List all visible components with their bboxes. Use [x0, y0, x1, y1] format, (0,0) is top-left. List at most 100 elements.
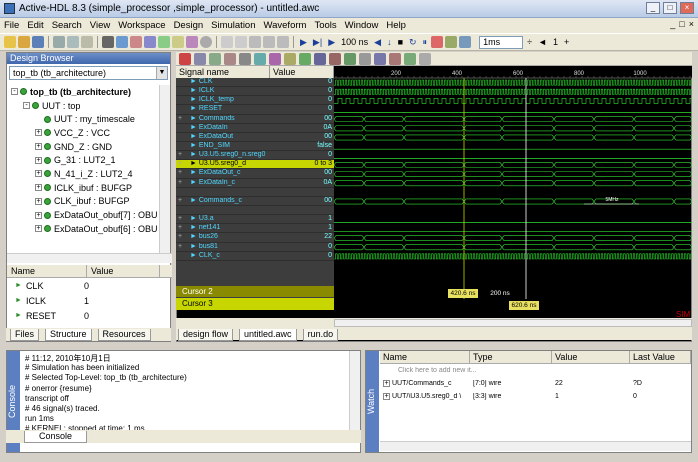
table-row[interactable]: ► CLK 0	[7, 278, 172, 293]
wave-icon[interactable]	[445, 36, 458, 48]
signal-row[interactable]: + ► bus26 22	[176, 233, 334, 243]
expand-icon[interactable]: +	[178, 224, 182, 231]
menu-help[interactable]: Help	[382, 20, 410, 31]
signal-row[interactable]	[176, 188, 334, 197]
measure-icon[interactable]	[404, 52, 416, 65]
sim-step-field[interactable]: 100 ns	[339, 37, 370, 47]
doc-restore-button[interactable]: □	[679, 19, 684, 29]
menu-search[interactable]: Search	[48, 20, 86, 31]
paste-icon[interactable]	[81, 36, 93, 48]
watch-scrollbar[interactable]	[380, 441, 691, 451]
menu-view[interactable]: View	[86, 20, 114, 31]
wave-sim-tab[interactable]: SIM	[676, 310, 690, 319]
signal-row[interactable]: ► ICLK_temp 0	[176, 96, 334, 106]
waveform-canvas[interactable]: 200 400 600 800 10005MHz	[334, 66, 692, 299]
table-row[interactable]: ► ICLK 1	[7, 293, 172, 308]
counter-field[interactable]: 1	[551, 37, 560, 47]
tree-item[interactable]: UUT : my_timescale	[7, 112, 159, 126]
break-icon[interactable]: ⏸	[421, 37, 430, 48]
list-icon[interactable]	[459, 36, 472, 48]
top-level-selector[interactable]: top_tb (tb_architecture) ▼	[9, 66, 168, 80]
table-row[interactable]: ► RESET 0	[7, 308, 172, 323]
time-spin-icon[interactable]: ÷	[525, 37, 534, 47]
expand-icon[interactable]: +	[383, 393, 390, 400]
edge-next-icon[interactable]	[299, 52, 311, 65]
zoom-fit-icon[interactable]	[239, 52, 251, 65]
expand-icon[interactable]: +	[178, 160, 182, 167]
save-icon[interactable]	[32, 36, 44, 48]
menu-waveform[interactable]: Waveform	[260, 20, 311, 31]
cursor-add-icon[interactable]	[254, 52, 266, 65]
signal-row[interactable]: + ► Commands 00	[176, 115, 334, 124]
design-flow-icon[interactable]	[116, 36, 128, 48]
column-value[interactable]: Value	[87, 265, 160, 277]
signal-row[interactable]: + ► U3.a 1	[176, 215, 334, 225]
restart-icon[interactable]: ↻	[407, 37, 419, 48]
expand-icon[interactable]: +	[35, 184, 42, 192]
run-until-icon[interactable]: ▶|	[311, 37, 324, 48]
menu-design[interactable]: Design	[170, 20, 208, 31]
zoom-in-icon[interactable]	[209, 52, 221, 65]
tab-design-flow[interactable]: design flow	[178, 329, 234, 341]
signal-row[interactable]: ► RESET 0	[176, 105, 334, 115]
breakpoint-icon[interactable]	[249, 36, 261, 48]
step-over-icon[interactable]: ◀	[372, 37, 383, 48]
stop-circle-icon[interactable]	[200, 36, 212, 48]
tree-item[interactable]: - top_tb (tb_architecture)	[7, 85, 159, 99]
maximize-button[interactable]: □	[663, 2, 677, 14]
watch-add-row[interactable]: Click here to add new it...	[380, 364, 691, 377]
table-row[interactable]: + UUT/\U3.U5.sreg0_d \ [3:3] wire 1 0	[380, 390, 691, 403]
trace-icon[interactable]	[277, 36, 289, 48]
menu-edit[interactable]: Edit	[23, 20, 47, 31]
signal-row[interactable]: + ► net141 1	[176, 224, 334, 234]
copy-icon[interactable]	[67, 36, 79, 48]
collapse-icon[interactable]: -	[23, 102, 30, 110]
step-forward-icon[interactable]: +	[562, 37, 571, 47]
signal-row[interactable]: ► ExDataIn 0A	[176, 124, 334, 133]
column-watch-type[interactable]: Type	[470, 351, 552, 363]
close-button[interactable]: ×	[680, 2, 694, 14]
expand-icon[interactable]	[374, 52, 386, 65]
table-row[interactable]: + UUT/Commands_c [7:0] wire 22 ?D	[380, 377, 691, 390]
menu-workspace[interactable]: Workspace	[114, 20, 169, 31]
expand-icon[interactable]: +	[35, 225, 42, 233]
bookmark-icon[interactable]	[329, 52, 341, 65]
step-back-icon[interactable]: ◄	[536, 37, 549, 47]
new-workspace-icon[interactable]	[4, 36, 16, 48]
column-watch-name[interactable]: Name	[380, 351, 470, 363]
column-watch-last-value[interactable]: Last Value	[630, 351, 691, 363]
column-signal-value[interactable]: Value	[270, 66, 334, 78]
menu-file[interactable]: File	[0, 20, 23, 31]
signal-row[interactable]	[176, 206, 334, 216]
compile-icon[interactable]	[102, 36, 114, 48]
minimize-button[interactable]: _	[646, 2, 660, 14]
run-for-icon[interactable]: ▶	[326, 37, 337, 48]
tree-item[interactable]: + VCC_Z : VCC	[7, 126, 159, 140]
save-wave-icon[interactable]	[419, 52, 431, 65]
chip-icon[interactable]	[158, 36, 170, 48]
expand-icon[interactable]: +	[35, 129, 42, 137]
group-icon[interactable]	[359, 52, 371, 65]
column-watch-value[interactable]: Value	[552, 351, 630, 363]
trace-over-icon[interactable]	[431, 36, 444, 48]
signal-row[interactable]: + ► Commands_c 00	[176, 197, 334, 206]
signal-row[interactable]: + ► bus81 0	[176, 243, 334, 252]
signal-row[interactable]: ► CLK_c 0	[176, 252, 334, 261]
add-signal-icon[interactable]	[194, 52, 206, 65]
sim-time-field[interactable]: 1ms	[479, 35, 524, 49]
expand-icon[interactable]: +	[178, 151, 182, 158]
tab-run-do[interactable]: run.do	[302, 329, 339, 341]
doc-close-button[interactable]: ×	[689, 19, 694, 29]
column-name[interactable]: Name	[7, 265, 87, 277]
expand-icon[interactable]: +	[35, 170, 42, 178]
tree-item[interactable]: + ICLK_ibuf : BUFGP	[7, 181, 159, 195]
cursor-3-label[interactable]: Cursor 3	[176, 298, 334, 310]
watch-add-hint[interactable]: Click here to add new it...	[380, 367, 691, 374]
chevron-down-icon[interactable]: ▼	[156, 67, 167, 79]
expand-icon[interactable]: +	[35, 143, 42, 151]
signal-row[interactable]: ► CLK 0	[176, 78, 334, 88]
expand-icon[interactable]: +	[35, 211, 42, 219]
edge-prev-icon[interactable]	[284, 52, 296, 65]
tree-item[interactable]: + G_31 : LUT2_1	[7, 153, 159, 167]
signal-row[interactable]: + ► ExDataOut_c 00	[176, 169, 334, 179]
